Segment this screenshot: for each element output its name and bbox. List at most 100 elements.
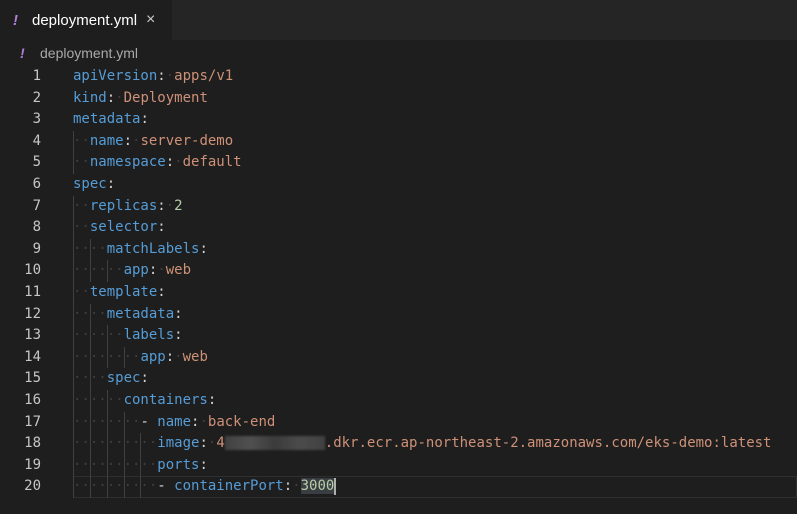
whitespace-dots: ······ bbox=[73, 327, 124, 344]
tab-bar: ! deployment.yml × bbox=[0, 0, 797, 40]
yaml-value: web bbox=[182, 348, 208, 365]
whitespace-dots: ·· bbox=[73, 283, 90, 300]
code-content: metadata: bbox=[73, 109, 149, 131]
redacted-blur bbox=[224, 436, 325, 451]
line-number: 13 bbox=[24, 327, 41, 344]
code-line[interactable]: 6 spec: bbox=[0, 174, 797, 196]
yaml-key: containerPort bbox=[174, 478, 284, 495]
line-number: 3 bbox=[32, 111, 41, 128]
colon: : bbox=[165, 348, 175, 365]
code-content: ········- name:·back-end bbox=[73, 412, 275, 434]
colon: : bbox=[157, 68, 166, 84]
colon: : bbox=[165, 154, 175, 171]
code-editor[interactable]: 1 apiVersion:·apps/v1 2 kind:·Deployment 3 me… bbox=[0, 66, 797, 498]
yaml-value: 3000 bbox=[300, 478, 335, 495]
colon: : bbox=[174, 327, 183, 344]
breadcrumb[interactable]: ! deployment.yml bbox=[0, 40, 797, 66]
code-line[interactable]: 15 ····spec: bbox=[0, 368, 797, 390]
yaml-key: image bbox=[157, 435, 200, 452]
whitespace-dots: ·········· bbox=[73, 456, 158, 473]
yaml-key: matchLabels bbox=[106, 240, 200, 257]
colon: : bbox=[123, 132, 133, 149]
code-content: ······labels: bbox=[73, 325, 183, 347]
yaml-key: metadata bbox=[73, 111, 141, 128]
colon: : bbox=[199, 435, 208, 452]
colon: : bbox=[106, 175, 116, 192]
colon: : bbox=[157, 219, 166, 236]
line-number: 14 bbox=[24, 348, 41, 365]
whitespace-dots: · bbox=[174, 154, 183, 171]
code-line[interactable]: 13 ······labels: bbox=[0, 325, 797, 347]
close-icon[interactable]: × bbox=[146, 11, 155, 29]
code-line[interactable]: 9 ····matchLabels: bbox=[0, 238, 797, 261]
code-line[interactable]: 17 ········- name:·back-end bbox=[0, 411, 797, 434]
colon: : bbox=[199, 240, 208, 257]
colon: : bbox=[140, 370, 149, 387]
line-number: 12 bbox=[24, 305, 41, 322]
text-cursor bbox=[334, 477, 337, 495]
code-line[interactable]: 12 ····metadata: bbox=[0, 303, 797, 326]
whitespace-dots: ···· bbox=[73, 240, 107, 257]
whitespace-dots: · bbox=[292, 478, 301, 495]
yaml-key: containers bbox=[123, 391, 208, 408]
yaml-value: server-demo bbox=[140, 132, 234, 149]
line-number: 18 bbox=[24, 435, 41, 452]
whitespace-dots: ·· bbox=[73, 219, 90, 236]
line-number: 20 bbox=[24, 478, 41, 495]
whitespace-dots: ·· bbox=[73, 132, 90, 149]
code-content: ····spec: bbox=[73, 368, 149, 390]
whitespace-dots: · bbox=[165, 68, 175, 84]
yaml-key: apiVersion bbox=[73, 68, 158, 84]
code-line[interactable]: 3 metadata: bbox=[0, 109, 797, 131]
code-content: ··name:·server-demo bbox=[73, 131, 233, 153]
yaml-value: apps/v1 bbox=[174, 68, 234, 84]
tab-deployment-yml[interactable]: ! deployment.yml × bbox=[0, 0, 172, 40]
yaml-value: web bbox=[165, 262, 192, 279]
whitespace-dots: ········ bbox=[73, 348, 141, 365]
colon: : bbox=[157, 197, 166, 214]
line-number: 5 bbox=[32, 154, 41, 171]
code-content: ······containers: bbox=[73, 390, 216, 412]
list-dash: - bbox=[157, 478, 175, 495]
yaml-value: 2 bbox=[174, 197, 183, 214]
line-number: 2 bbox=[32, 89, 41, 106]
code-content: kind:·Deployment bbox=[73, 88, 208, 110]
code-line[interactable]: 4 ··name:·server-demo bbox=[0, 130, 797, 153]
line-number: 4 bbox=[32, 132, 41, 149]
code-line[interactable]: 14 ········app:·web bbox=[0, 346, 797, 369]
whitespace-dots: ·· bbox=[73, 197, 90, 214]
whitespace-dots: ···· bbox=[73, 305, 107, 322]
yaml-key: selector bbox=[89, 219, 158, 236]
colon: : bbox=[199, 456, 208, 473]
yaml-key: template bbox=[89, 283, 158, 300]
code-line[interactable]: 10 ······app:·web bbox=[0, 260, 797, 282]
code-line[interactable]: 2 kind:·Deployment bbox=[0, 88, 797, 110]
code-line[interactable]: 20 ··········- containerPort:·3000 bbox=[0, 476, 797, 498]
code-line[interactable]: 5 ··namespace:·default bbox=[0, 152, 797, 174]
code-line[interactable]: 11 ··template: bbox=[0, 281, 797, 304]
line-number: 19 bbox=[24, 456, 41, 473]
yaml-file-icon: ! bbox=[13, 11, 18, 29]
code-line[interactable]: 8 ··selector: bbox=[0, 217, 797, 239]
code-content: spec: bbox=[73, 174, 115, 196]
whitespace-dots: · bbox=[165, 197, 175, 214]
code-line[interactable]: 1 apiVersion:·apps/v1 bbox=[0, 66, 797, 88]
code-line[interactable]: 7 ··replicas:·2 bbox=[0, 195, 797, 218]
code-line[interactable]: 18 ··········image:·4 .dkr.ecr.ap-northeas… bbox=[0, 433, 797, 455]
line-number: 1 bbox=[32, 68, 41, 84]
yaml-key: name bbox=[157, 413, 192, 430]
code-content: ····matchLabels: bbox=[73, 239, 208, 261]
whitespace-dots: · bbox=[115, 89, 124, 106]
yaml-key: name bbox=[89, 132, 124, 149]
line-number: 15 bbox=[24, 370, 41, 387]
yaml-key: kind bbox=[73, 89, 107, 106]
code-content: ··········image:·4 .dkr.ecr.ap-northeast-… bbox=[73, 433, 772, 455]
code-content: ··template: bbox=[73, 282, 166, 304]
colon: : bbox=[157, 283, 166, 300]
breadcrumb-file[interactable]: deployment.yml bbox=[40, 45, 138, 61]
code-content: ··selector: bbox=[73, 217, 166, 239]
code-line[interactable]: 16 ······containers: bbox=[0, 389, 797, 412]
whitespace-dots: ······ bbox=[73, 391, 124, 408]
code-line[interactable]: 19 ··········ports: bbox=[0, 454, 797, 477]
line-number: 11 bbox=[24, 283, 41, 300]
